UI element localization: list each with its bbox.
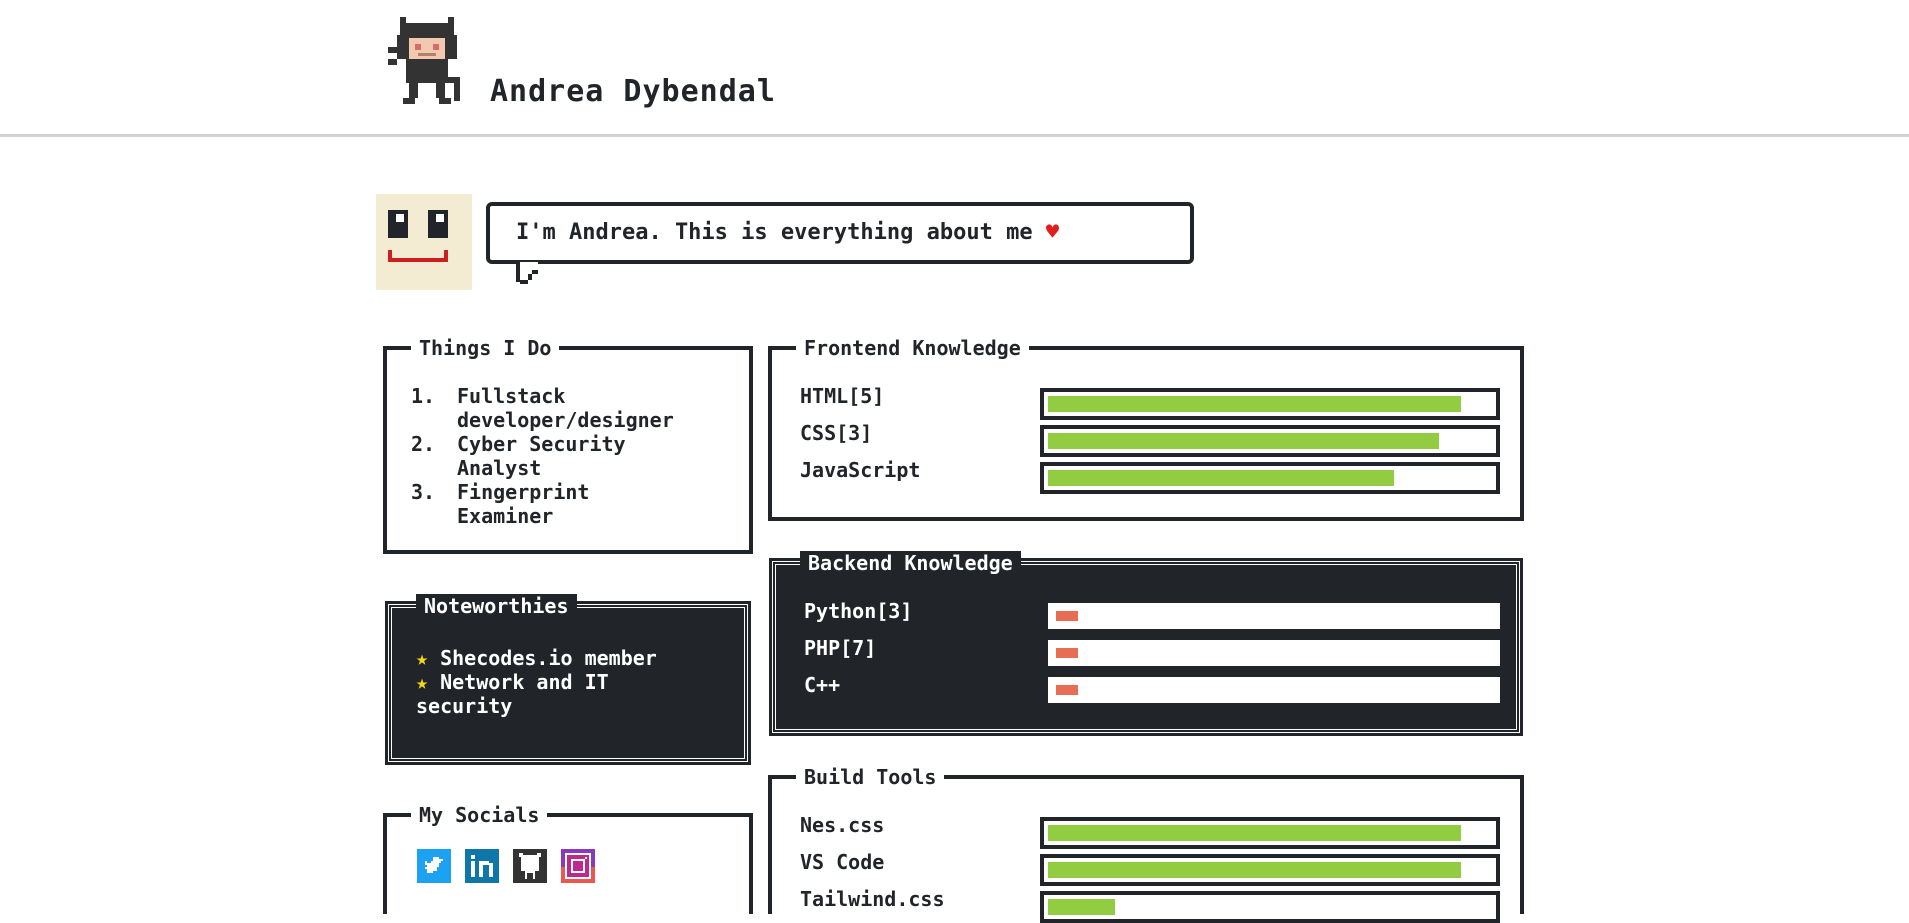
frontend-title: Frontend Knowledge	[796, 336, 1029, 360]
progress-bar	[1048, 640, 1500, 666]
backend-title: Backend Knowledge	[800, 551, 1021, 575]
socials-container: My Socials	[383, 803, 753, 914]
list-item: ★ Shecodes.io member	[416, 646, 657, 670]
progress-fill	[1048, 825, 1461, 841]
twitter-icon[interactable]	[417, 849, 451, 883]
github-icon[interactable]	[513, 849, 547, 883]
heart-icon: ♥	[1045, 220, 1060, 245]
progress-fill	[1056, 648, 1078, 658]
octocat-icon	[388, 17, 460, 104]
progress-bar	[1040, 891, 1500, 923]
skill-label: HTML[5]	[800, 384, 885, 408]
intro-speech-balloon: I'm Andrea. This is everything about me …	[486, 202, 1194, 264]
progress-fill	[1048, 433, 1439, 449]
noteworthies-container: Noteworthies ★ Shecodes.io member ★ Netw…	[385, 594, 751, 765]
skill-label: Nes.css	[800, 813, 885, 837]
intro-message: I'm Andrea. This is everything about me	[516, 220, 1033, 245]
social-icons	[417, 849, 595, 883]
skill-label: VS Code	[800, 850, 885, 874]
progress-bar	[1040, 854, 1500, 886]
progress-bar	[1040, 462, 1500, 494]
progress-fill	[1056, 611, 1078, 621]
skill-label: PHP[7]	[804, 636, 877, 660]
build-title: Build Tools	[796, 765, 945, 789]
noteworthies-title: Noteworthies	[416, 594, 577, 618]
page-title: Andrea Dybendal	[490, 74, 776, 109]
list-item: 1. Fullstack developer/designer	[411, 384, 674, 432]
progress-fill	[1048, 470, 1394, 486]
progress-bar	[1040, 817, 1500, 849]
things-list: 1. Fullstack developer/designer 2. Cyber S…	[411, 384, 747, 528]
progress-bar	[1040, 425, 1500, 457]
linkedin-icon[interactable]	[465, 849, 499, 883]
things-i-do-container: Things I Do 1. Fullstack developer/design…	[383, 336, 753, 554]
progress-fill	[1048, 396, 1461, 412]
socials-title: My Socials	[411, 803, 548, 827]
skill-label: JavaScript	[800, 458, 921, 482]
progress-fill	[1048, 899, 1115, 915]
skill-label: C++	[804, 673, 841, 697]
progress-bar	[1048, 603, 1500, 629]
star-icon: ★	[416, 670, 429, 694]
star-icon: ★	[416, 646, 429, 670]
list-item: 2. Cyber Security Analyst	[411, 432, 626, 480]
things-title: Things I Do	[411, 336, 560, 360]
page-header: Andrea Dybendal	[0, 0, 1909, 137]
progress-fill	[1056, 685, 1078, 695]
build-tools-container: Build Tools Nes.css VS Code Tailwind.css	[768, 765, 1524, 923]
list-item: ★ Network and IT security	[416, 670, 609, 718]
backend-knowledge-container: Backend Knowledge Python[3] PHP[7] C++	[769, 551, 1523, 736]
smiley-avatar-icon	[376, 194, 472, 290]
progress-bar	[1040, 388, 1500, 420]
skill-label: Python[3]	[804, 599, 913, 623]
progress-fill	[1048, 862, 1461, 878]
skill-label: Tailwind.css	[800, 887, 945, 911]
progress-bar	[1048, 677, 1500, 703]
balloon-tail	[516, 262, 538, 284]
list-item: 3. Fingerprint Examiner	[411, 480, 590, 528]
frontend-knowledge-container: Frontend Knowledge HTML[5] CSS[3] JavaSc…	[768, 336, 1524, 521]
instagram-icon[interactable]	[561, 849, 595, 883]
noteworthies-list: ★ Shecodes.io member ★ Network and IT se…	[416, 646, 716, 718]
skill-label: CSS[3]	[800, 421, 873, 445]
